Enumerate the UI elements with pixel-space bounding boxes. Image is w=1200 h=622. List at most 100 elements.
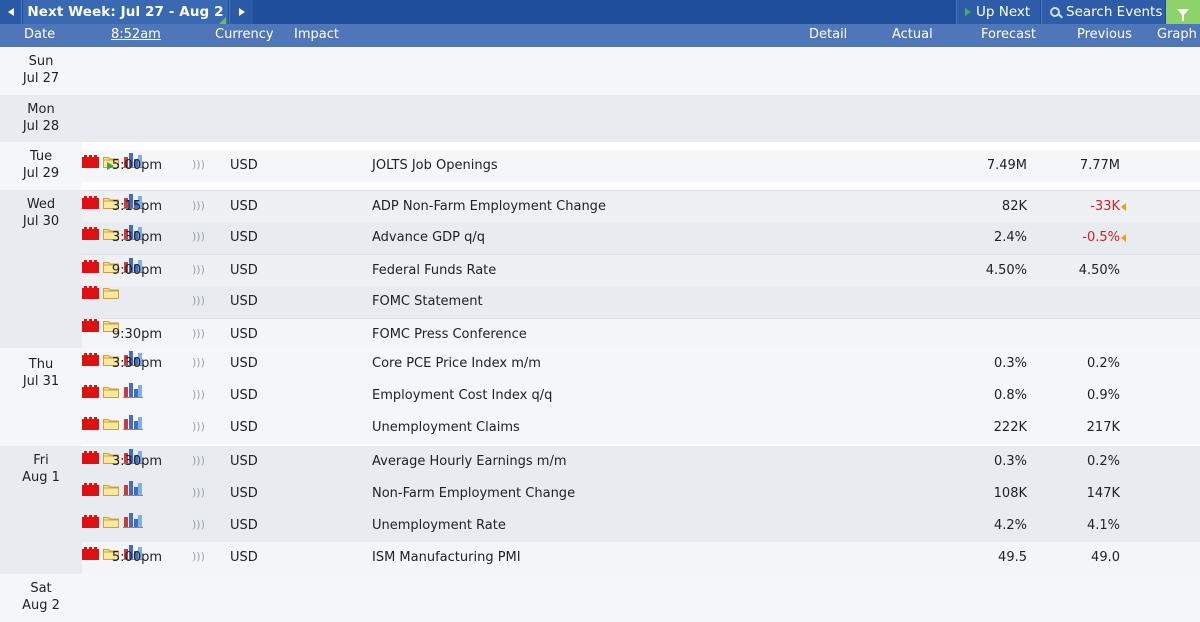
event-previous: 4.50% <box>1078 263 1120 278</box>
sound-icon[interactable]: ))) <box>192 327 205 340</box>
search-events-button[interactable]: Search Events <box>1041 0 1165 24</box>
event-title[interactable]: Advance GDP q/q <box>372 230 485 245</box>
event-time: 5:00pm <box>111 158 162 173</box>
event-title[interactable]: ISM Manufacturing PMI <box>372 550 521 565</box>
event-forecast: 2.4% <box>993 230 1027 245</box>
sound-icon[interactable]: ))) <box>192 294 205 307</box>
event-previous: 4.1% <box>1086 518 1120 533</box>
folder-icon[interactable] <box>103 417 120 430</box>
day-cell-sun: Sun Jul 27 <box>0 47 82 95</box>
bar-chart-icon[interactable] <box>123 380 144 398</box>
event-row[interactable]: 3:15pm ))) USD ADP Non-Farm Employment C… <box>82 190 1200 222</box>
event-row[interactable]: ))) USD FOMC Statement <box>82 286 1200 318</box>
bar-chart-icon[interactable] <box>123 478 144 496</box>
event-time: 3:30pm <box>111 454 162 469</box>
event-row[interactable]: 5:00pm ))) USD JOLTS Job Openings 7.49M … <box>82 150 1200 182</box>
bar-chart-icon[interactable] <box>123 412 144 430</box>
event-previous: 0.2% <box>1086 356 1120 371</box>
folder-icon[interactable] <box>103 515 120 528</box>
event-time: 3:15pm <box>111 199 162 214</box>
event-previous: 0.9% <box>1086 388 1120 403</box>
day-date: Aug 2 <box>22 598 60 613</box>
event-title[interactable]: FOMC Press Conference <box>372 327 527 342</box>
folder-icon[interactable] <box>103 483 120 496</box>
day-cell-fri: Fri Aug 1 <box>0 446 82 574</box>
event-previous: 0.2% <box>1086 454 1120 469</box>
event-currency: USD <box>230 294 258 309</box>
event-row[interactable]: ))) USD Employment Cost Index q/q 0.8% 0… <box>82 380 1200 412</box>
sound-icon[interactable]: ))) <box>192 420 205 433</box>
day-name: Fri <box>33 453 49 468</box>
event-currency: USD <box>230 230 258 245</box>
folder-icon[interactable] <box>103 286 120 299</box>
event-row[interactable]: 3:30pm ))) USD Average Hourly Earnings m… <box>82 446 1200 478</box>
event-currency: USD <box>230 420 258 435</box>
header-date: Date <box>24 27 56 42</box>
event-title[interactable]: ADP Non-Farm Employment Change <box>372 199 606 214</box>
event-previous: -0.5% <box>1082 230 1120 245</box>
calendar-toolbar: Next Week: Jul 27 - Aug 2 Up Next Search… <box>0 0 1200 24</box>
bar-chart-icon[interactable] <box>123 510 144 528</box>
event-title[interactable]: Employment Cost Index q/q <box>372 388 552 403</box>
event-title[interactable]: Unemployment Rate <box>372 518 506 533</box>
header-actual: Actual <box>892 27 933 42</box>
event-forecast: 0.8% <box>993 388 1027 403</box>
day-date: Jul 30 <box>22 214 60 229</box>
header-previous: Previous <box>1077 27 1132 42</box>
event-time: 3:30pm <box>111 230 162 245</box>
event-time: 9:00pm <box>111 263 162 278</box>
header-detail: Detail <box>809 27 848 42</box>
sound-icon[interactable]: ))) <box>192 518 205 531</box>
sound-icon[interactable]: ))) <box>192 388 205 401</box>
event-title[interactable]: Non-Farm Employment Change <box>372 486 575 501</box>
sound-icon[interactable]: ))) <box>192 230 205 243</box>
filter-button[interactable] <box>1166 0 1200 24</box>
day-row-empty-sat <box>82 574 1200 622</box>
event-currency: USD <box>230 263 258 278</box>
event-title[interactable]: FOMC Statement <box>372 294 483 309</box>
event-currency: USD <box>230 356 258 371</box>
event-row[interactable]: 5:00pm ))) USD ISM Manufacturing PMI 49.… <box>82 542 1200 574</box>
folder-icon[interactable] <box>103 385 120 398</box>
event-title[interactable]: Core PCE Price Index m/m <box>372 356 541 371</box>
revision-arrow-icon <box>1121 234 1126 242</box>
filter-icon <box>1177 8 1189 21</box>
event-row[interactable]: ))) USD Unemployment Rate 4.2% 4.1% <box>82 510 1200 542</box>
event-forecast: 82K <box>1001 199 1027 214</box>
impact-high-icon <box>82 286 99 299</box>
event-time: 5:00pm <box>111 550 162 565</box>
event-row[interactable]: 9:30pm ))) USD FOMC Press Conference <box>82 318 1200 350</box>
day-row-empty-sun <box>82 47 1200 95</box>
sound-icon[interactable]: ))) <box>192 486 205 499</box>
sound-icon[interactable]: ))) <box>192 454 205 467</box>
sound-icon[interactable]: ))) <box>192 356 205 369</box>
day-date: Aug 1 <box>22 470 60 485</box>
week-selector[interactable]: Next Week: Jul 27 - Aug 2 <box>23 0 228 24</box>
event-row[interactable]: 3:30pm ))) USD Advance GDP q/q 2.4% -0.5… <box>82 222 1200 254</box>
day-name: Tue <box>29 149 53 164</box>
header-time-link[interactable]: 8:52am <box>111 27 161 42</box>
event-forecast: 4.2% <box>993 518 1027 533</box>
prev-week-button[interactable] <box>0 0 22 24</box>
day-name: Mon <box>27 102 55 117</box>
sound-icon[interactable]: ))) <box>192 263 205 276</box>
event-title[interactable]: Average Hourly Earnings m/m <box>372 454 567 469</box>
sound-icon[interactable]: ))) <box>192 199 205 212</box>
next-week-button[interactable] <box>229 0 253 24</box>
up-next-button[interactable]: Up Next <box>956 0 1040 24</box>
up-next-label: Up Next <box>976 4 1031 20</box>
event-title[interactable]: Unemployment Claims <box>372 420 520 435</box>
sound-icon[interactable]: ))) <box>192 158 205 171</box>
event-row[interactable]: 3:30pm ))) USD Core PCE Price Index m/m … <box>82 348 1200 380</box>
event-row[interactable]: ))) USD Unemployment Claims 222K 217K <box>82 412 1200 444</box>
event-title[interactable]: Federal Funds Rate <box>372 263 496 278</box>
event-previous: 147K <box>1086 486 1120 501</box>
event-forecast: 108K <box>993 486 1027 501</box>
event-row[interactable]: 9:00pm ))) USD Federal Funds Rate 4.50% … <box>82 254 1200 286</box>
up-next-marker-icon <box>107 162 114 170</box>
event-row[interactable]: ))) USD Non-Farm Employment Change 108K … <box>82 478 1200 510</box>
chevron-right-icon <box>238 8 245 16</box>
event-title[interactable]: JOLTS Job Openings <box>372 158 498 173</box>
sound-icon[interactable]: ))) <box>192 550 205 563</box>
day-name: Sat <box>30 581 52 596</box>
